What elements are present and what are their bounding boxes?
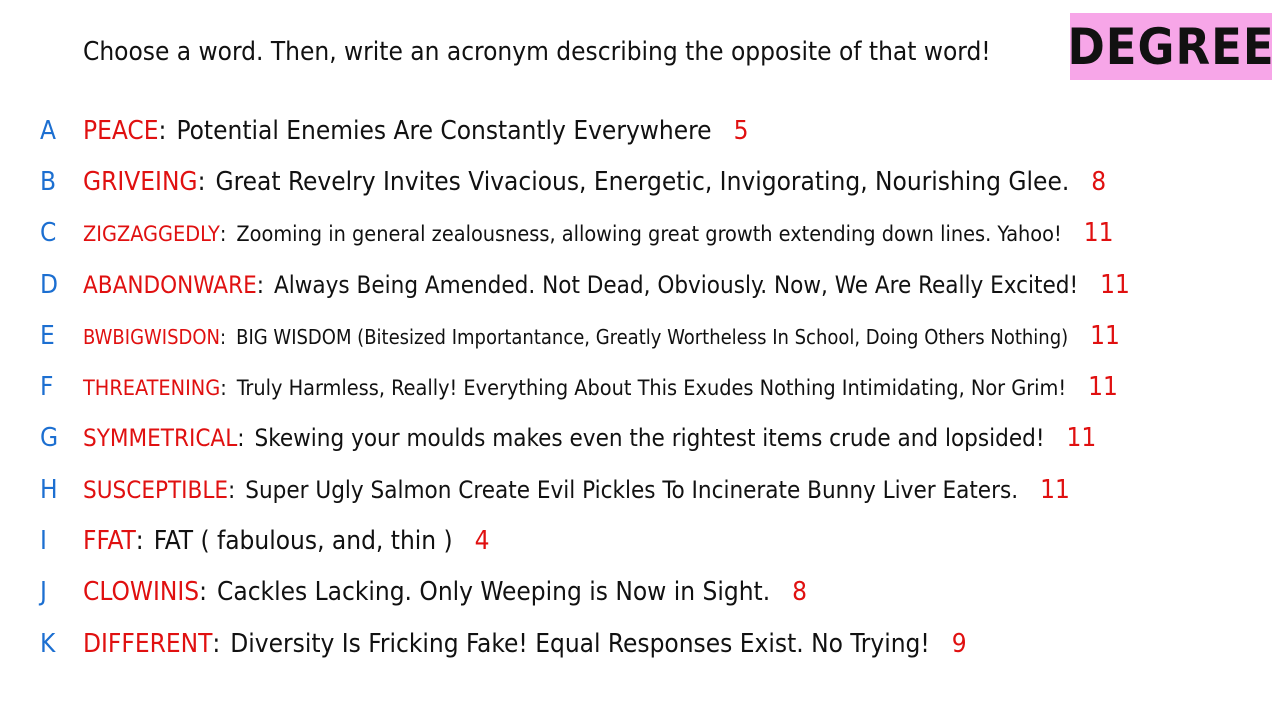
- entry-acronym: FAT ( fabulous, and, thin ): [153, 526, 453, 557]
- entry-letter-count: 8: [1091, 166, 1107, 197]
- entry-word: CLOWINIS: [83, 577, 200, 608]
- entry-word: PEACE: [83, 115, 159, 146]
- entry-word: ABANDONWARE: [83, 270, 257, 299]
- entry-letter-count: 9: [951, 628, 967, 659]
- entry-acronym: Always Being Amended. Not Dead, Obviousl…: [274, 270, 1079, 299]
- entry-row: F THREATENING: Truly Harmless, Really! E…: [40, 372, 1118, 403]
- entry-letter-count: 11: [1066, 423, 1097, 454]
- entry-row: K DIFFERENT: Diversity Is Fricking Fake!…: [40, 628, 967, 659]
- entry-acronym: Skewing your moulds makes even the right…: [254, 424, 1045, 453]
- entry-letter: E: [40, 320, 55, 351]
- entry-word: THREATENING: [83, 376, 221, 402]
- entry-letter: J: [40, 577, 47, 608]
- entry-letter: I: [40, 526, 47, 557]
- entry-word: FFAT: [83, 526, 136, 557]
- entry-letter-count: 11: [1090, 320, 1120, 351]
- entry-letter: D: [40, 269, 59, 300]
- degree-badge: DEGREE: [1067, 13, 1275, 80]
- entry-list: A PEACE: Potential Enemies Are Constantl…: [0, 105, 1280, 669]
- entry-letter: F: [40, 372, 54, 403]
- entry-word: SUSCEPTIBLE: [83, 475, 228, 504]
- entry-letter: G: [40, 423, 59, 454]
- entry-letter: H: [40, 474, 58, 505]
- entry-letter: C: [40, 218, 57, 249]
- entry-word: GRIVEING: [83, 166, 198, 197]
- entry-acronym: Truly Harmless, Really! Everything About…: [236, 376, 1067, 402]
- entry-acronym: Great Revelry Invites Vivacious, Energet…: [215, 166, 1070, 197]
- entry-acronym: Zooming in general zealousness, allowing…: [236, 222, 1062, 248]
- entry-letter-count: 11: [1100, 269, 1130, 300]
- entry-letter-count: 8: [792, 577, 808, 608]
- entry-acronym: BIG WISDOM (Bitesized Importantance, Gre…: [236, 324, 1069, 349]
- entry-letter-count: 5: [733, 115, 749, 146]
- entry-acronym: Potential Enemies Are Constantly Everywh…: [176, 115, 712, 146]
- entry-row: D ABANDONWARE: Always Being Amended. Not…: [40, 269, 1130, 300]
- entry-row: G SYMMETRICAL: Skewing your moulds makes…: [40, 423, 1097, 454]
- entry-word: BWBIGWISDON: [83, 324, 221, 349]
- entry-row: A PEACE: Potential Enemies Are Constantl…: [40, 115, 749, 146]
- entry-row: E BWBIGWISDON: BIG WISDOM (Bitesized Imp…: [40, 320, 1120, 351]
- entry-letter-count: 11: [1040, 474, 1070, 505]
- prompt-text: Choose a word. Then, write an acronym de…: [83, 37, 991, 67]
- entry-word: ZIGZAGGEDLY: [83, 222, 220, 248]
- entry-row: H SUSCEPTIBLE: Super Ugly Salmon Create …: [40, 474, 1070, 505]
- entry-row: B GRIVEING: Great Revelry Invites Vivaci…: [40, 166, 1107, 197]
- entry-letter-count: 11: [1083, 218, 1114, 249]
- entry-row: I FFAT: FAT ( fabulous, and, thin ) 4: [40, 526, 490, 557]
- entry-word: DIFFERENT: [83, 628, 213, 659]
- entry-letter: K: [40, 628, 56, 659]
- degree-badge-label: DEGREE: [1067, 17, 1275, 76]
- entry-acronym: Diversity Is Fricking Fake! Equal Respon…: [230, 628, 930, 659]
- entry-row: J CLOWINIS: Cackles Lacking. Only Weepin…: [40, 577, 808, 608]
- entry-letter: B: [40, 166, 57, 197]
- entry-letter: A: [40, 115, 56, 146]
- entry-acronym: Cackles Lacking. Only Weeping is Now in …: [217, 577, 771, 608]
- entry-word: SYMMETRICAL: [83, 424, 238, 453]
- entry-letter-count: 4: [474, 526, 490, 557]
- entry-acronym: Super Ugly Salmon Create Evil Pickles To…: [245, 475, 1019, 504]
- entry-row: C ZIGZAGGEDLY: Zooming in general zealou…: [40, 218, 1114, 249]
- entry-letter-count: 11: [1088, 372, 1118, 403]
